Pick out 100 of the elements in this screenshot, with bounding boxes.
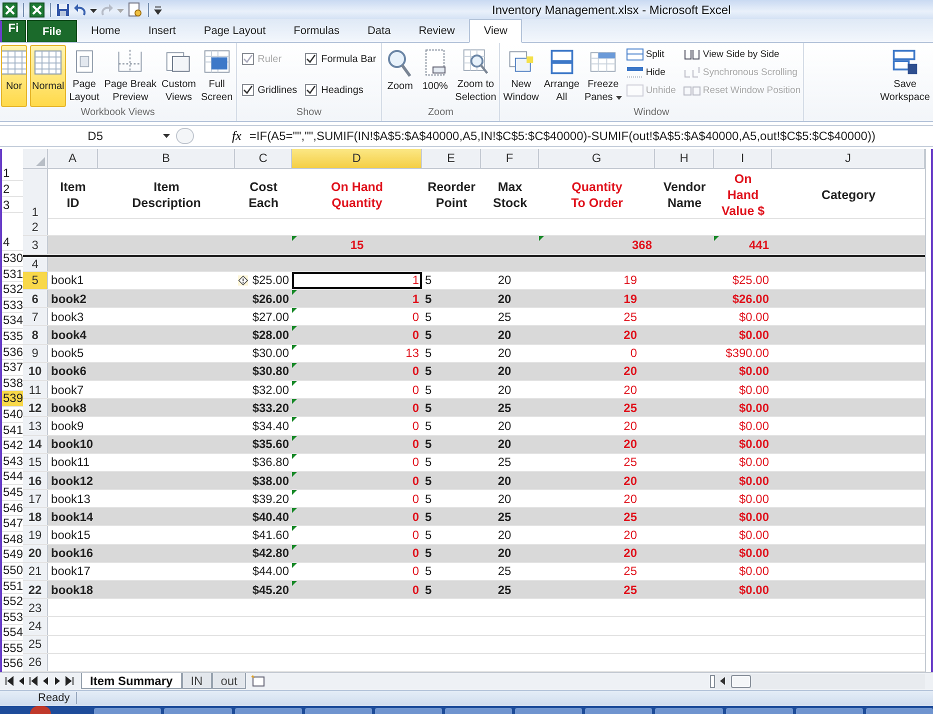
scroll-thumb[interactable] [731, 674, 751, 688]
row-header[interactable]: 13 [23, 417, 48, 435]
view-button[interactable]: Custom Views [160, 45, 198, 108]
table-cell-text: 25 [622, 582, 638, 598]
window-option-button[interactable]: Split [624, 47, 677, 62]
window-button[interactable]: Freeze Panes [582, 45, 624, 108]
column-header[interactable]: H [655, 149, 714, 168]
column-header[interactable]: J [772, 149, 926, 168]
error-indicator-icon [714, 236, 720, 241]
save-workspace-button[interactable]: Save Workspace [878, 45, 932, 108]
excel-logo-icon[interactable] [2, 2, 18, 18]
checkbox[interactable]: Formula Bar [305, 53, 376, 66]
ribbon-tab[interactable]: Review [404, 20, 469, 42]
sheet-tab[interactable]: Item Summary [81, 673, 182, 690]
row-header[interactable]: 11 [23, 380, 48, 398]
horizontal-scrollbar[interactable] [710, 674, 925, 689]
row-header[interactable]: 21 [23, 562, 48, 580]
row-header[interactable]: 19 [23, 526, 48, 544]
sheet-tab[interactable]: out [212, 673, 246, 690]
formula-field[interactable]: =IF(A5="","",SUMIF(IN!$A$5:$A$40000,A5,IN!$C$5:$C$40000)-SUMIF(out!$A$5:$A$40000,A5,out!$C$5:$C$40000)) [249, 128, 876, 143]
table-cell-text: 20 [496, 418, 512, 435]
table-cell: $26.00 [252, 292, 290, 306]
row-header[interactable]: 25 [23, 636, 48, 653]
column-header[interactable]: E [422, 149, 482, 168]
row-header[interactable]: 24 [23, 617, 48, 635]
ribbon-tab[interactable]: View [468, 19, 522, 44]
insert-function-button[interactable]: fx [224, 128, 250, 144]
window-option-button[interactable]: Hide [624, 65, 677, 80]
table-cell: 0 [412, 418, 420, 433]
view-button[interactable]: Nor [1, 45, 27, 108]
window-button[interactable]: Arrange All [542, 45, 582, 108]
column-header[interactable]: I [714, 149, 772, 168]
undo-icon[interactable] [73, 2, 87, 17]
row-header[interactable]: 18 [23, 508, 48, 526]
view-button[interactable]: Normal [30, 45, 66, 108]
row-header[interactable]: 2 [23, 219, 48, 235]
view-button[interactable]: Full Screen [198, 45, 235, 108]
table-cell: 0 [412, 364, 420, 378]
row-header[interactable]: 10 [23, 362, 48, 380]
zoom-button[interactable]: Zoom [383, 45, 418, 108]
sheet-tab[interactable]: IN [182, 673, 212, 690]
start-button[interactable] [30, 706, 52, 714]
row-header[interactable]: 15 [23, 454, 48, 471]
row-header[interactable]: 6 [23, 290, 48, 308]
excel-logo-icon[interactable] [29, 2, 45, 18]
ribbon-tab[interactable]: Page Layout [190, 20, 280, 42]
table-cell: $27.00 [252, 310, 290, 324]
checkbox[interactable]: Gridlines [242, 84, 298, 96]
warning-icon[interactable] [238, 274, 248, 287]
row-header[interactable]: 14 [23, 436, 48, 453]
table-cell-text: $0.00 [738, 527, 770, 544]
ribbon-tab[interactable]: Data [353, 20, 405, 42]
ribbon-tab[interactable]: Home [77, 20, 134, 42]
customize-toolbar-icon[interactable] [154, 4, 162, 16]
ribbon-tab[interactable]: Formulas [280, 20, 354, 42]
row-header[interactable]: 12 [23, 399, 48, 416]
save-icon[interactable] [56, 2, 70, 17]
row-header[interactable]: 26 [23, 654, 48, 671]
row-header[interactable]: 17 [23, 490, 48, 508]
status-text: Ready [32, 692, 77, 704]
column-header[interactable]: D [292, 149, 422, 168]
row-header[interactable]: 4 [23, 256, 48, 271]
view-button[interactable]: Page Layout [67, 45, 102, 108]
column-header[interactable]: F [481, 149, 540, 168]
table-cell-text: 5 [424, 327, 433, 344]
view-button[interactable]: Page Break Preview [102, 45, 159, 108]
row-header[interactable]: 9 [23, 344, 48, 362]
row-header[interactable]: 16 [23, 472, 48, 490]
row-header[interactable]: 1 [23, 169, 48, 220]
row-header[interactable]: 23 [23, 599, 48, 616]
window-option-button[interactable]: View Side by Side [682, 47, 802, 62]
zoom-button[interactable]: Zoom to Selection [453, 45, 498, 108]
sheet-nav-icon[interactable] [4, 676, 15, 686]
column-header[interactable]: B [98, 149, 236, 168]
checkbox[interactable]: Headings [305, 84, 376, 96]
row-header[interactable]: 22 [23, 581, 48, 598]
row-header[interactable]: 8 [23, 326, 48, 344]
print-preview-icon[interactable] [127, 2, 143, 18]
sheet-nav-icon[interactable] [64, 676, 75, 686]
table-cell-text: 5 [424, 272, 433, 290]
row-header[interactable]: 5 [23, 272, 48, 290]
ribbon-tab[interactable]: Insert [134, 20, 190, 42]
scroll-left-icon[interactable] [719, 676, 727, 686]
file-tab[interactable]: Fi [0, 20, 26, 42]
new-sheet-icon[interactable] [250, 674, 266, 688]
table-cell-text: book13 [50, 490, 92, 508]
row-header[interactable]: 3 [23, 236, 48, 254]
splitter-handle[interactable] [176, 128, 194, 144]
sheet-nav-icon[interactable] [28, 676, 39, 686]
table-cell-text: book2 [50, 290, 88, 308]
column-header[interactable]: G [539, 149, 656, 168]
window-button[interactable]: New Window [501, 45, 541, 108]
row-header[interactable]: 7 [23, 308, 48, 326]
row-header[interactable]: 20 [23, 544, 48, 562]
zoom-button[interactable]: 100% [418, 45, 452, 108]
file-tab[interactable]: File [27, 20, 77, 42]
table-cell-text: 20 [622, 327, 638, 344]
table-cell-text: 5 [424, 508, 433, 526]
column-header[interactable]: A [48, 149, 98, 168]
name-box[interactable]: D5 [0, 126, 176, 146]
